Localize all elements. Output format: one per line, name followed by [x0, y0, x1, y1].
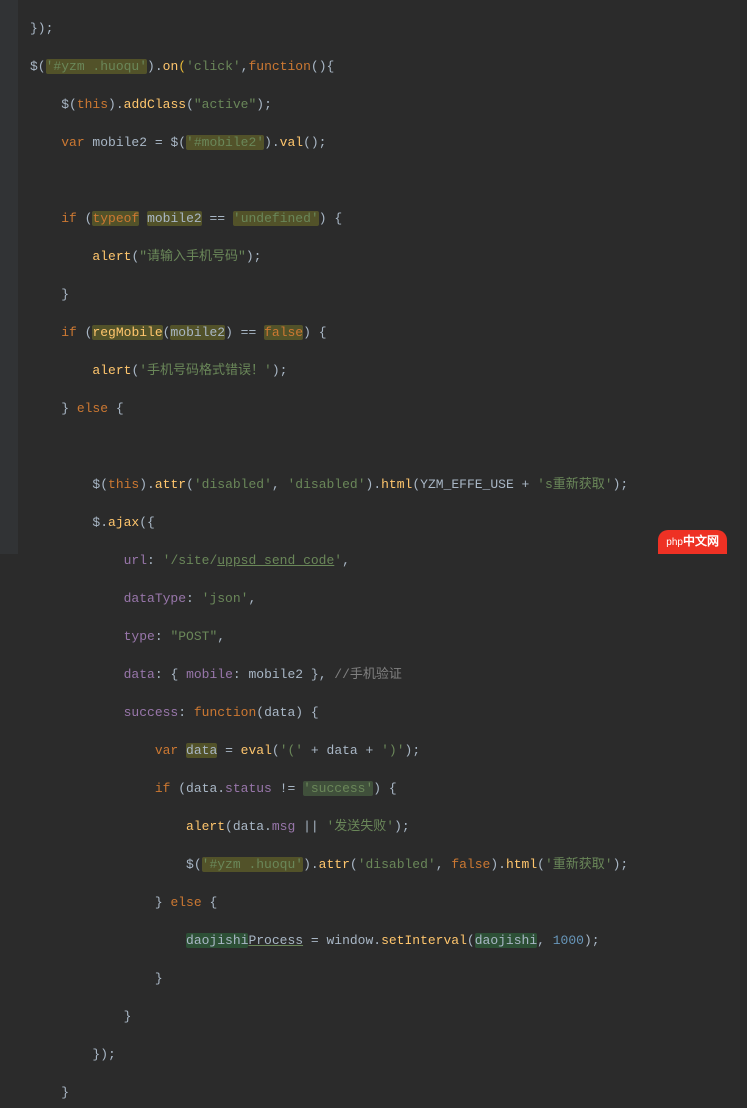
code-line [30, 437, 747, 456]
code-line: data: { mobile: mobile2 }, //手机验证 [30, 665, 747, 684]
code-line: $('#yzm .huoqu').on('click',function(){ [30, 57, 747, 76]
badge-prefix: php [666, 537, 683, 548]
code-line: } [30, 285, 747, 304]
code-line: } [30, 969, 747, 988]
code-line: if (data.status != 'success') { [30, 779, 747, 798]
badge-text: 中文网 [683, 534, 719, 548]
watermark-badge: php中文网 [658, 530, 727, 554]
code-line: $.ajax({ [30, 513, 747, 532]
code-line: type: "POST", [30, 627, 747, 646]
code-line: }); [30, 1045, 747, 1064]
code-line: }); [30, 19, 747, 38]
code-line: $(this).addClass("active"); [30, 95, 747, 114]
code-line: $('#yzm .huoqu').attr('disabled', false)… [30, 855, 747, 874]
code-line: if (typeof mobile2 == 'undefined') { [30, 209, 747, 228]
code-line: var data = eval('(' + data + ')'); [30, 741, 747, 760]
code-line: dataType: 'json', [30, 589, 747, 608]
code-line [30, 171, 747, 190]
code-line: success: function(data) { [30, 703, 747, 722]
code-line: $(this).attr('disabled', 'disabled').htm… [30, 475, 747, 494]
code-line: if (regMobile(mobile2) == false) { [30, 323, 747, 342]
code-line: daojishiProcess = window.setInterval(dao… [30, 931, 747, 950]
code-line: alert('手机号码格式错误！'); [30, 361, 747, 380]
code-line: alert(data.msg || '发送失败'); [30, 817, 747, 836]
code-editor[interactable]: }); $('#yzm .huoqu').on('click',function… [0, 0, 747, 1108]
code-line: alert("请输入手机号码"); [30, 247, 747, 266]
code-line: } [30, 1007, 747, 1026]
code-line: } else { [30, 893, 747, 912]
code-line: var mobile2 = $('#mobile2').val(); [30, 133, 747, 152]
code-line: } else { [30, 399, 747, 418]
code-line: } [30, 1083, 747, 1102]
